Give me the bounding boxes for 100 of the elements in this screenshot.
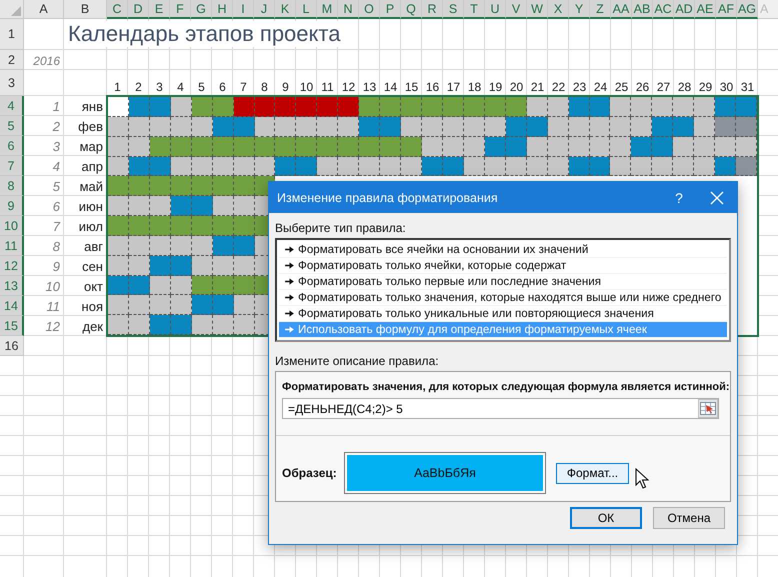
row-header[interactable]: 8 [0, 176, 24, 196]
column-header[interactable]: I [233, 0, 254, 19]
month-name: ноя [82, 299, 103, 314]
row-header[interactable]: 3 [0, 70, 24, 96]
month-index: 8 [52, 239, 60, 254]
month-index: 3 [52, 139, 60, 154]
row-header[interactable]: 9 [0, 196, 24, 216]
day-number: 23 [572, 80, 586, 94]
day-number: 19 [488, 80, 502, 94]
dialog-button[interactable]: ОК [570, 507, 642, 529]
column-header[interactable]: Y [569, 0, 590, 19]
column-header[interactable]: J [254, 0, 275, 19]
day-number: 25 [614, 80, 628, 94]
row-header[interactable]: 14 [0, 296, 24, 316]
rule-type-item[interactable]: Форматировать только первые или последние значения [279, 274, 727, 290]
day-number: 14 [384, 80, 398, 94]
column-header[interactable]: P [380, 0, 401, 19]
row-header[interactable]: 5 [0, 116, 24, 136]
row-header[interactable]: 16 [0, 336, 24, 356]
row-header[interactable]: 6 [0, 136, 24, 156]
month-index: 9 [52, 259, 60, 274]
column-header[interactable]: A [24, 0, 64, 19]
month-index: 5 [52, 179, 60, 194]
column-header[interactable]: K [275, 0, 296, 19]
column-header[interactable]: Z [590, 0, 611, 19]
day-number: 28 [678, 80, 692, 94]
column-header[interactable]: D [128, 0, 149, 19]
month-index: 4 [52, 159, 60, 174]
row-header[interactable]: 1 [0, 19, 24, 50]
column-header[interactable]: L [296, 0, 317, 19]
rule-type-item[interactable]: Форматировать все ячейки на основании их значений [279, 242, 727, 258]
row-header[interactable]: 12 [0, 256, 24, 276]
rule-type-label: Выберите тип правила: [275, 221, 406, 235]
dialog-title: Изменение правила форматирования [277, 190, 499, 204]
day-number: 5 [198, 80, 205, 94]
day-number: 4 [177, 80, 184, 94]
column-header[interactable]: T [464, 0, 485, 19]
column-header[interactable]: Q [401, 0, 422, 19]
day-number: 15 [404, 80, 418, 94]
row-header[interactable]: 2 [0, 50, 24, 70]
day-number: 27 [656, 80, 670, 94]
column-header[interactable]: U [485, 0, 506, 19]
day-number: 7 [240, 80, 247, 94]
column-header[interactable]: B [64, 0, 107, 19]
formula-field[interactable]: =ДЕНЬНЕД(C4;2)> 5 [282, 398, 719, 419]
column-header[interactable]: H [212, 0, 233, 19]
month-index: 11 [46, 299, 60, 314]
row-header[interactable]: 7 [0, 156, 24, 176]
column-header[interactable]: V [506, 0, 527, 19]
row-header[interactable]: 10 [0, 216, 24, 236]
rule-type-item[interactable]: Форматировать только ячейки, которые содержат [279, 258, 727, 274]
month-name: июл [78, 219, 103, 234]
day-number: 12 [342, 80, 356, 94]
month-index: 10 [46, 279, 60, 294]
day-number: 8 [261, 80, 268, 94]
year-label: 2016 [33, 54, 60, 68]
dialog-button[interactable]: Отмена [653, 507, 725, 529]
day-number: 13 [362, 80, 376, 94]
column-header[interactable]: G [191, 0, 212, 19]
day-number: 26 [636, 80, 650, 94]
day-number: 29 [698, 80, 712, 94]
column-header[interactable]: O [359, 0, 380, 19]
column-header[interactable]: AF [716, 0, 737, 19]
month-index: 6 [52, 199, 60, 214]
column-header[interactable]: AG [737, 0, 758, 19]
row-header[interactable]: 13 [0, 276, 24, 296]
month-name: май [80, 179, 103, 194]
column-header[interactable]: S [443, 0, 464, 19]
row-header[interactable]: 11 [0, 236, 24, 256]
row-header[interactable]: 4 [0, 96, 24, 116]
day-number: 22 [552, 80, 566, 94]
column-header[interactable]: N [338, 0, 359, 19]
column-header[interactable]: F [170, 0, 191, 19]
rule-type-item[interactable]: Использовать формулу для определения форматируемых ячеек [279, 322, 727, 338]
day-number: 11 [321, 80, 334, 94]
day-number: 3 [156, 80, 163, 94]
format-preview: AaBbБбЯя [344, 452, 546, 494]
column-header[interactable]: AA [611, 0, 632, 19]
rule-type-item[interactable]: Форматировать только значения, которые находятся выше или ниже среднего [279, 290, 727, 306]
column-header[interactable]: X [548, 0, 569, 19]
column-header[interactable]: AD [674, 0, 695, 19]
column-header[interactable]: R [422, 0, 443, 19]
day-number: 30 [720, 80, 734, 94]
column-header[interactable]: AB [632, 0, 653, 19]
month-name: окт [84, 279, 103, 294]
format-button[interactable]: Формат... [556, 462, 629, 484]
day-number: 10 [300, 80, 314, 94]
column-header[interactable]: E [149, 0, 170, 19]
column-header[interactable]: C [107, 0, 128, 19]
column-header[interactable]: AE [695, 0, 716, 19]
month-name: апр [82, 159, 103, 174]
row-header[interactable]: 15 [0, 316, 24, 336]
help-button[interactable]: ? [661, 182, 697, 213]
month-name: июн [78, 199, 103, 214]
column-header[interactable]: AC [653, 0, 674, 19]
column-header[interactable]: W [527, 0, 548, 19]
day-number: 21 [530, 80, 544, 94]
month-name: дек [82, 319, 103, 334]
month-name: фев [78, 119, 103, 134]
column-header[interactable]: M [317, 0, 338, 19]
